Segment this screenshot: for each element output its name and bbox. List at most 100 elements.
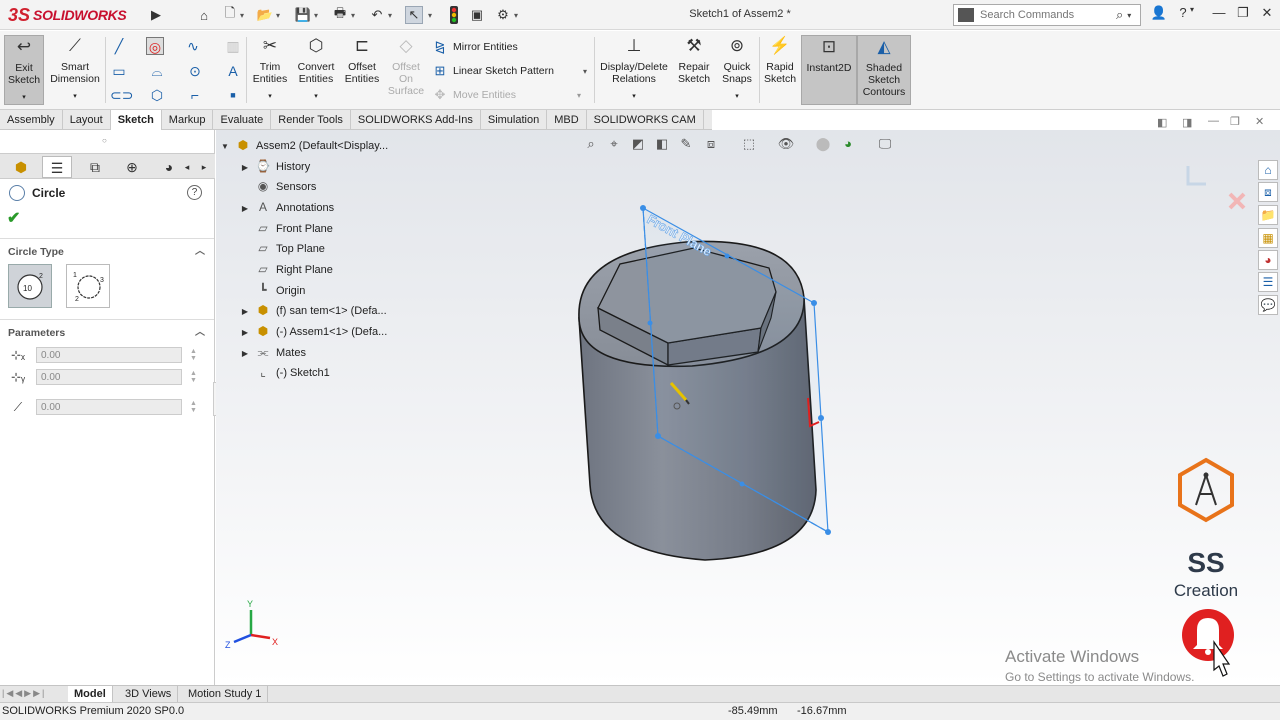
tab-evaluate[interactable]: Evaluate [213,110,272,130]
zoom-to-area-icon[interactable]: ⌖ [605,136,623,154]
menu-expand-icon[interactable]: ▶ [147,6,165,24]
quick-snaps-dropdown-icon[interactable]: ▾ [718,91,756,103]
select-dropdown-icon[interactable]: ▾ [428,6,436,24]
linear-pattern-dropdown-icon[interactable]: ▾ [583,67,587,76]
print-dropdown-icon[interactable]: ▾ [351,6,359,24]
edit-appearance-icon[interactable]: ⬤ [814,136,832,154]
view-orientation-icon[interactable]: ⧈ [702,136,720,154]
quick-snaps-button[interactable]: ⊚ Quick Snaps ▾ [718,35,756,105]
ok-checkmark-icon[interactable]: ✔ [7,208,20,228]
tab-layout[interactable]: Layout [63,110,111,130]
doc-collapse-icon[interactable]: ◧ [1157,116,1167,129]
line-tool-icon[interactable]: ╱ [110,37,128,55]
perimeter-circle-type-button[interactable]: 1 3 2 [66,264,110,308]
print-icon[interactable]: 🖶 [331,5,349,24]
file-explorer-icon[interactable]: 📁 [1258,205,1278,225]
offset-entities-button[interactable]: ⊏ Offset Entities [342,35,382,105]
open-folder-icon[interactable]: 📂 [256,6,274,24]
tab-motion-study-1[interactable]: Motion Study 1 [182,686,269,703]
previous-view-icon[interactable]: ◩ [629,136,647,154]
open-dropdown-icon[interactable]: ▾ [276,6,284,24]
mirror-entities-button[interactable]: ⧎ Mirror Entities [432,38,518,56]
tab-assembly[interactable]: Assembly [0,110,63,130]
tab-solidworks-cam[interactable]: SOLIDWORKS CAM [587,110,704,130]
tab-3d-views[interactable]: 3D Views [119,686,179,703]
collapse-arrow-icon[interactable]: ▼ [220,142,230,151]
point-tool-icon[interactable]: ■ [224,86,242,104]
tree-item-assem1[interactable]: ▶ ⬢ (-) Assem1<1> (Defa... [240,323,387,341]
polygon-tool-icon[interactable]: ⬡ [148,86,166,104]
trim-dropdown-icon[interactable]: ▾ [250,91,290,103]
tree-item-history[interactable]: ▶ ⌚ History [240,158,310,176]
linear-sketch-pattern-button[interactable]: ⊞ Linear Sketch Pattern ▾ [432,62,587,80]
appearances-scenes-icon[interactable]: ◕ [1258,250,1278,270]
solidworks-logo[interactable]: 3S SOLIDWORKS [8,4,127,26]
tree-item-annotations[interactable]: ▶ A Annotations [240,199,334,217]
close-window-icon[interactable]: ✕ [1256,5,1278,25]
circle-tool-icon[interactable]: ◎ [146,37,164,55]
center-x-spinner[interactable]: ▲ ▼ [190,348,197,362]
model-viewport[interactable]: Front Plane Y X Z SS Creation [216,130,1280,685]
tree-item-sensors[interactable]: ◉ Sensors [240,178,317,196]
tree-item-right-plane[interactable]: ▱ Right Plane [240,261,333,279]
design-library-icon[interactable]: ⧈ [1258,182,1278,202]
tab-solidworks-add-ins[interactable]: SOLIDWORKS Add-Ins [351,110,481,130]
display-delete-relations-button[interactable]: ⊥ Display/Delete Relations ▾ [598,35,670,105]
smart-dimension-dropdown-icon[interactable]: ▾ [48,91,102,103]
shaded-sketch-contours-button[interactable]: ◭ Shaded Sketch Contours [857,35,911,105]
home-icon[interactable]: ⌂ [195,6,213,24]
tree-item-sketch1[interactable]: ⌞ (-) Sketch1 [240,364,330,382]
confirmation-corner[interactable] [1186,166,1246,210]
convert-entities-button[interactable]: ⬡ Convert Entities ▾ [294,35,338,105]
search-dropdown-icon[interactable]: ▾ [1127,11,1131,20]
instant2d-button[interactable]: ⊡ Instant2D [801,35,857,105]
trim-entities-button[interactable]: ✂ Trim Entities ▾ [250,35,290,105]
slot-tool-icon[interactable]: ⊂⊃ [110,86,133,104]
tree-item-front-plane[interactable]: ▱ Front Plane [240,220,333,238]
panel-drag-handle-icon[interactable]: ○ [102,136,107,145]
parameters-section-header[interactable]: Parameters ︿ [0,322,213,344]
options-gear-icon[interactable]: ⚙ [494,6,512,24]
expand-arrow-icon[interactable]: ▶ [240,328,250,337]
tab-simulation[interactable]: Simulation [481,110,548,130]
tree-item-origin[interactable]: ┗ Origin [240,282,305,300]
tab-render-tools[interactable]: Render Tools [271,110,351,130]
dynamic-annotation-icon[interactable]: ✎ [677,136,695,154]
configuration-manager-tab-icon[interactable]: ⧉ [80,156,110,178]
graphics-area[interactable]: Front Plane Y X Z SS Creation ⌕ ⌖ ◩ ◧ ✎ … [216,130,1280,685]
save-icon[interactable]: 💾 [294,6,312,24]
selection-filter-icon[interactable]: ▣ [468,6,486,24]
display-manager-tab-icon[interactable]: ◕ [154,156,184,178]
circle-type-section-header[interactable]: Circle Type ︿ [0,241,213,263]
search-icon[interactable]: ⌕ [1116,7,1123,23]
center-y-spinner[interactable]: ▲ ▼ [190,370,197,384]
doc-close-icon[interactable]: ✕ [1255,115,1264,128]
property-manager-tab-icon[interactable]: ☰ [42,156,72,178]
tab-model[interactable]: Model [68,686,113,703]
view-palette-icon[interactable]: ▦ [1258,228,1278,248]
tab-scroll-arrows-icon[interactable]: |◀◀▶▶| [2,688,46,699]
tree-root-assembly[interactable]: ▼ ⬢ Assem2 (Default<Display... [220,137,388,155]
minimize-window-icon[interactable]: — [1208,5,1230,25]
tab-sketch[interactable]: Sketch [110,110,162,130]
expand-arrow-icon[interactable]: ▶ [240,349,250,358]
solidworks-resources-icon[interactable]: ⌂ [1258,160,1278,180]
spline-tool-icon[interactable]: ∿ [184,37,202,55]
help-dropdown-icon[interactable]: ▾ [1186,5,1198,25]
tree-item-mates[interactable]: ▶ ⫘ Mates [240,344,306,362]
tree-item-top-plane[interactable]: ▱ Top Plane [240,240,325,258]
help-button[interactable]: ? [187,185,202,200]
tabs-scroll-right-icon[interactable]: ▸ [198,156,210,178]
section-view-icon[interactable]: ◧ [653,136,671,154]
select-cursor-icon[interactable]: ↖ [405,6,423,24]
rapid-sketch-button[interactable]: ⚡ Rapid Sketch [762,35,798,105]
repair-sketch-button[interactable]: ⚒ Repair Sketch [674,35,714,105]
options-dropdown-icon[interactable]: ▾ [514,6,522,24]
expand-arrow-icon[interactable]: ▶ [240,307,250,316]
relations-dropdown-icon[interactable]: ▾ [598,91,670,103]
zoom-to-fit-icon[interactable]: ⌕ [582,136,600,154]
exit-sketch-dropdown-icon[interactable]: ▾ [5,92,43,104]
undo-icon[interactable]: ↶ [368,6,386,24]
smart-dimension-button[interactable]: ⟋ Smart Dimension ▾ [48,35,102,105]
center-x-input[interactable] [36,347,182,363]
